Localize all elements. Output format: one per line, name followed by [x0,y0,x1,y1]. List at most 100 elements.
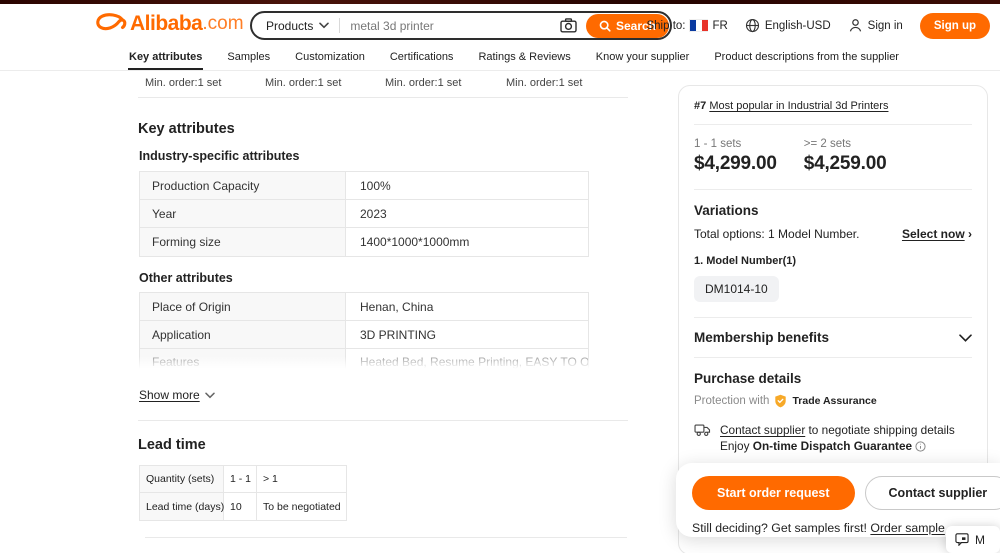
lead-time-table: Quantity (sets) 1 - 1 > 1 Lead time (day… [139,465,347,521]
attr-value: Heated Bed, Resume Printing, EASY TO OPE… [346,349,588,370]
min-order-text: Min. order:1 set [145,77,221,89]
attr-value: Henan, China [346,293,588,320]
lead-cell: 1 - 1 [224,466,257,492]
ship-to-label: Ship to: [646,20,685,32]
tab-certifications[interactable]: Certifications [389,51,455,70]
price-value: $4,259.00 [804,153,887,175]
show-more-label: Show more [139,388,200,402]
table-row: Forming size 1400*1000*1000mm [140,228,588,256]
locale-label: English-USD [765,20,831,32]
price-qty: 1 - 1 sets [694,138,777,150]
image-search-camera-icon[interactable] [560,18,577,33]
sign-up-button[interactable]: Sign up [920,13,990,39]
select-now-link[interactable]: Select now › [902,227,972,241]
header-right-cluster: Ship to: FR English-USD Sign in Sign up [646,11,990,40]
lead-row-label: Quantity (sets) [140,466,224,492]
action-buttons: Start order request Contact supplier [692,475,1000,511]
variations-title: Variations [694,203,972,218]
logo-suffix-text: .com [202,13,243,35]
membership-benefits-toggle[interactable]: Membership benefits [694,330,972,345]
attr-label: Application [140,321,346,348]
trade-assurance-shield-icon [774,394,787,408]
price-qty: >= 2 sets [804,138,887,150]
min-order-text: Min. order:1 set [385,77,461,89]
info-icon[interactable] [915,441,926,452]
tab-customization[interactable]: Customization [294,51,366,70]
search-category-label: Products [266,19,313,33]
panel-divider [694,317,972,318]
search-icon [599,20,611,32]
select-now-label: Select now [902,227,965,241]
model-number-label: 1. Model Number(1) [694,255,972,267]
messenger-widget[interactable]: M [946,526,1000,553]
rank-link[interactable]: Most popular in Industrial 3d Printers [709,100,888,112]
membership-title: Membership benefits [694,330,829,345]
france-flag-icon [690,20,707,31]
tab-product-descriptions[interactable]: Product descriptions from the supplier [713,51,900,70]
table-row: Production Capacity 100% [140,172,588,200]
protection-prefix: Protection with [694,395,769,407]
chevron-down-icon [205,392,215,399]
attr-label: Place of Origin [140,293,346,320]
trade-assurance-label: Trade Assurance [792,395,876,407]
still-deciding-text: Still deciding? Get samples first! [692,521,870,535]
tab-key-attributes[interactable]: Key attributes [128,51,203,70]
variations-total-row: Total options: 1 Model Number. Select no… [694,227,972,241]
order-sample-link[interactable]: Order sample [870,521,945,535]
shipping-line: Contact supplier to negotiate shipping d… [694,422,972,454]
truck-icon [694,423,711,454]
attr-label: Year [140,200,346,227]
product-section-tabbar: Key attributes Samples Customization Cer… [0,46,1000,71]
chevron-right-icon: › [968,227,972,241]
table-row: Place of Origin Henan, China [140,293,588,321]
dispatch-guarantee-label: On-time Dispatch Guarantee [753,439,912,453]
other-attributes-title: Other attributes [139,271,233,285]
section-divider [138,420,628,421]
contact-supplier-link[interactable]: Contact supplier [720,423,805,437]
lead-cell: 10 [224,493,257,520]
ship-to-selector[interactable]: Ship to: FR [646,20,727,32]
show-more-link[interactable]: Show more [139,388,215,402]
table-row: Application 3D PRINTING [140,321,588,349]
section-divider [145,537,627,538]
purchase-details-title: Purchase details [694,371,972,386]
lead-cell: > 1 [257,466,346,492]
tabs: Key attributes Samples Customization Cer… [128,46,1000,70]
alibaba-logo[interactable]: Alibaba.com [94,12,244,36]
attr-label: Forming size [140,228,346,256]
lead-cell: To be negotiated [257,493,346,520]
contact-supplier-button[interactable]: Contact supplier [865,476,1000,510]
chevron-down-icon [319,22,329,29]
message-icon [955,533,969,546]
table-row: Year 2023 [140,200,588,228]
panel-divider [694,357,972,358]
key-attributes-title: Key attributes [138,121,235,137]
attr-value: 1400*1000*1000mm [346,228,588,256]
price-tier: 1 - 1 sets $4,299.00 [694,138,777,175]
section-divider [138,97,628,98]
panel-divider [694,124,972,125]
attr-label: Production Capacity [140,172,346,199]
variations-total: Total options: 1 Model Number. [694,227,859,241]
model-number-chip[interactable]: DM1014-10 [694,276,779,302]
table-row: Features Heated Bed, Resume Printing, EA… [140,349,588,370]
price-value: $4,299.00 [694,153,777,175]
lead-time-title: Lead time [138,437,206,453]
attr-value: 100% [346,172,588,199]
min-order-text: Min. order:1 set [506,77,582,89]
rank-line: #7 Most popular in Industrial 3d Printer… [694,100,972,112]
start-order-request-button[interactable]: Start order request [692,476,855,510]
language-currency-selector[interactable]: English-USD [745,18,831,33]
min-order-text: Min. order:1 set [265,77,341,89]
messenger-label: M [975,533,985,547]
rank-number: #7 [694,100,706,112]
alibaba-logo-icon [94,12,128,36]
tab-know-your-supplier[interactable]: Know your supplier [595,51,691,70]
sign-in-link[interactable]: Sign in [848,18,903,33]
search-input[interactable] [340,19,560,33]
tab-ratings-reviews[interactable]: Ratings & Reviews [477,51,571,70]
globe-icon [745,18,760,33]
search-category-dropdown[interactable]: Products [252,19,339,33]
table-row: Quantity (sets) 1 - 1 > 1 [140,466,346,493]
tab-samples[interactable]: Samples [226,51,271,70]
